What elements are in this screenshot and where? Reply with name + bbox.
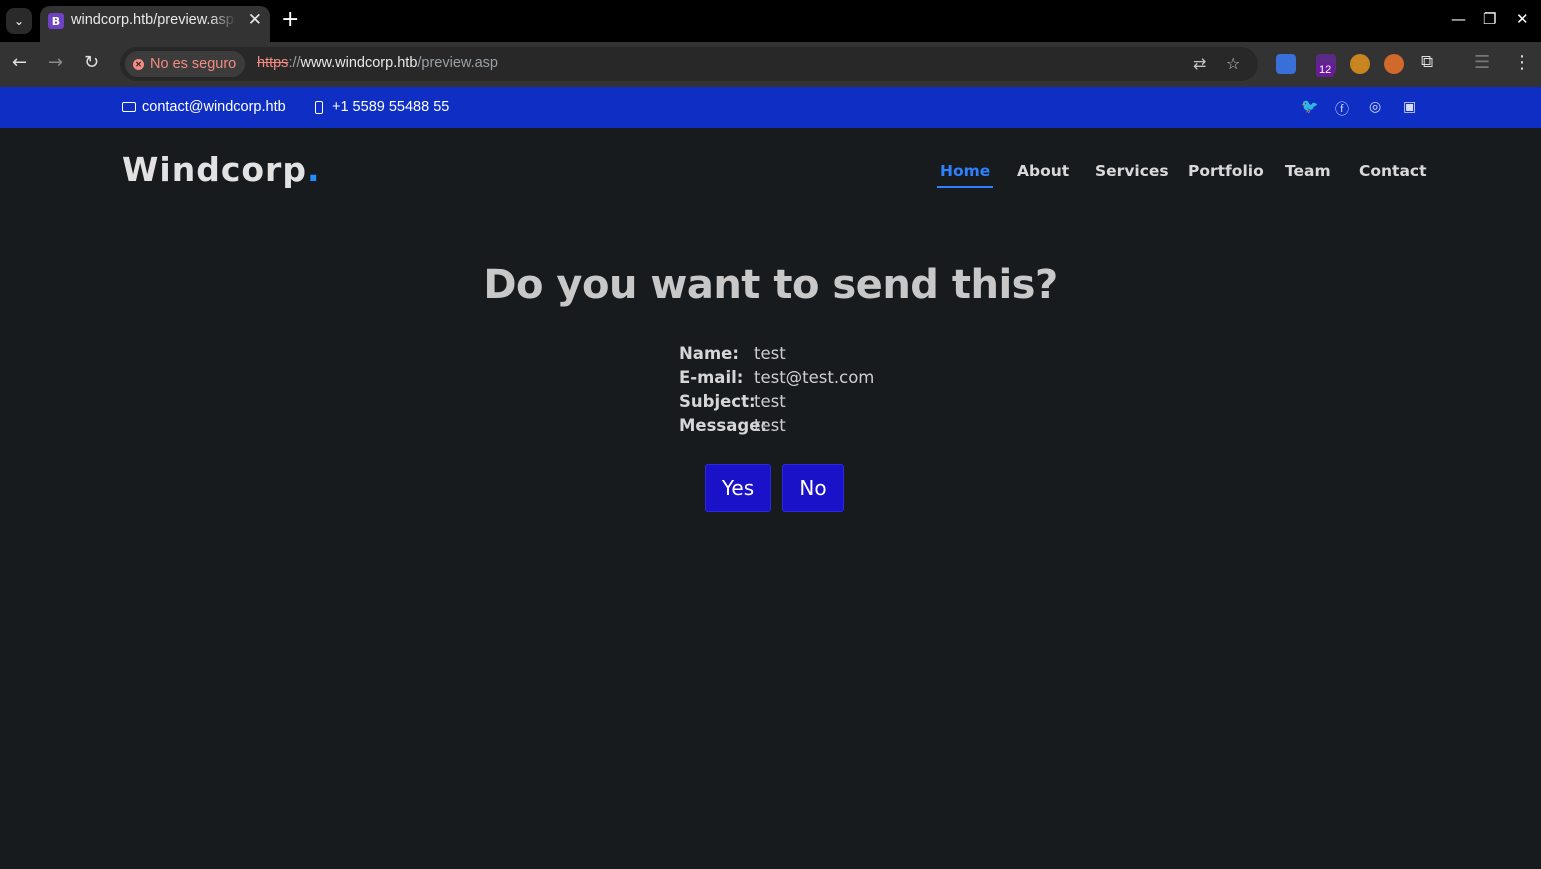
back-button[interactable]: ← xyxy=(12,52,27,73)
forward-button[interactable]: → xyxy=(48,52,63,73)
tab-search-button[interactable]: ⌄ xyxy=(6,8,32,34)
cookie-editor-extension-icon[interactable] xyxy=(1384,54,1404,74)
google-translate-extension-icon[interactable] xyxy=(1276,54,1296,74)
reload-button[interactable]: ↻ xyxy=(84,52,99,73)
email-label: E-mail: xyxy=(679,368,744,387)
nav-contact[interactable]: Contact xyxy=(1359,162,1427,180)
close-tab-icon[interactable]: ✕ xyxy=(248,10,262,30)
close-window-button[interactable]: ✕ xyxy=(1516,10,1529,28)
topbar-email[interactable]: contact@windcorp.htb xyxy=(122,99,286,115)
browser-menu-icon[interactable]: ⋮ xyxy=(1513,52,1531,73)
subject-value: test xyxy=(754,392,786,411)
minimize-window-button[interactable]: — xyxy=(1451,10,1466,28)
url-text[interactable]: https://www.windcorp.htb/preview.asp xyxy=(257,55,498,71)
nav-portfolio[interactable]: Portfolio xyxy=(1188,162,1264,180)
topbar-phone-text: +1 5589 55488 55 xyxy=(332,99,450,115)
topbar-email-text: contact@windcorp.htb xyxy=(142,99,286,115)
logo-text: Windcorp xyxy=(122,150,307,189)
cookie-extension-icon[interactable] xyxy=(1350,54,1370,74)
warning-icon: ✕ xyxy=(133,58,144,70)
url-host: www.windcorp.htb xyxy=(300,55,418,71)
browser-tab[interactable]: B windcorp.htb/preview.asp ✕ xyxy=(40,6,270,42)
message-value: test xyxy=(754,416,786,435)
no-button[interactable]: No xyxy=(782,464,844,512)
name-label: Name: xyxy=(679,344,739,363)
instagram-icon[interactable]: ◎ xyxy=(1369,99,1381,115)
address-bar[interactable]: ✕ No es seguro https://www.windcorp.htb/… xyxy=(120,47,1258,81)
site-logo[interactable]: Windcorp. xyxy=(122,150,321,189)
profile-icon[interactable]: ☰ xyxy=(1474,52,1490,73)
site-favicon-icon: B xyxy=(48,13,64,29)
linkedin-icon[interactable]: ▣ xyxy=(1403,99,1416,115)
yes-button[interactable]: Yes xyxy=(705,464,771,512)
subject-label: Subject: xyxy=(679,392,756,411)
url-scheme: https xyxy=(257,55,289,71)
url-separator: :// xyxy=(288,55,301,71)
bookmark-star-icon[interactable]: ☆ xyxy=(1226,54,1240,73)
url-path: /preview.asp xyxy=(417,55,498,71)
site-header: Windcorp. Home About Services Portfolio … xyxy=(0,128,1541,216)
extensions-puzzle-icon[interactable]: ⧉ xyxy=(1421,52,1433,72)
security-label: No es seguro xyxy=(150,56,237,72)
twitter-icon[interactable]: 🐦 xyxy=(1301,99,1318,115)
page-title: Do you want to send this? xyxy=(483,262,1058,308)
extension-badge: 12 xyxy=(1316,63,1335,77)
phone-icon xyxy=(315,100,323,114)
browser-tab-strip: ⌄ B windcorp.htb/preview.asp ✕ + — ❐ ✕ xyxy=(0,0,1541,42)
tab-title: windcorp.htb/preview.asp xyxy=(71,12,234,28)
restore-window-button[interactable]: ❐ xyxy=(1483,10,1496,28)
email-value: test@test.com xyxy=(754,368,875,387)
name-value: test xyxy=(754,344,786,363)
new-tab-button[interactable]: + xyxy=(281,8,299,32)
site-security-chip[interactable]: ✕ No es seguro xyxy=(125,51,246,77)
nav-team[interactable]: Team xyxy=(1285,162,1331,180)
nav-services[interactable]: Services xyxy=(1095,162,1169,180)
logo-dot: . xyxy=(306,150,321,189)
browser-toolbar: ← → ↻ ✕ No es seguro https://www.windcor… xyxy=(0,42,1541,87)
nav-home[interactable]: Home xyxy=(936,162,994,188)
topbar-phone: +1 5589 55488 55 xyxy=(315,99,449,115)
nav-about[interactable]: About xyxy=(1017,162,1069,180)
facebook-icon[interactable]: ⓕ xyxy=(1335,99,1349,119)
contact-topbar: contact@windcorp.htb +1 5589 55488 55 🐦 … xyxy=(0,87,1541,128)
translate-icon[interactable]: ⇄ xyxy=(1193,54,1206,73)
envelope-icon xyxy=(122,102,136,112)
